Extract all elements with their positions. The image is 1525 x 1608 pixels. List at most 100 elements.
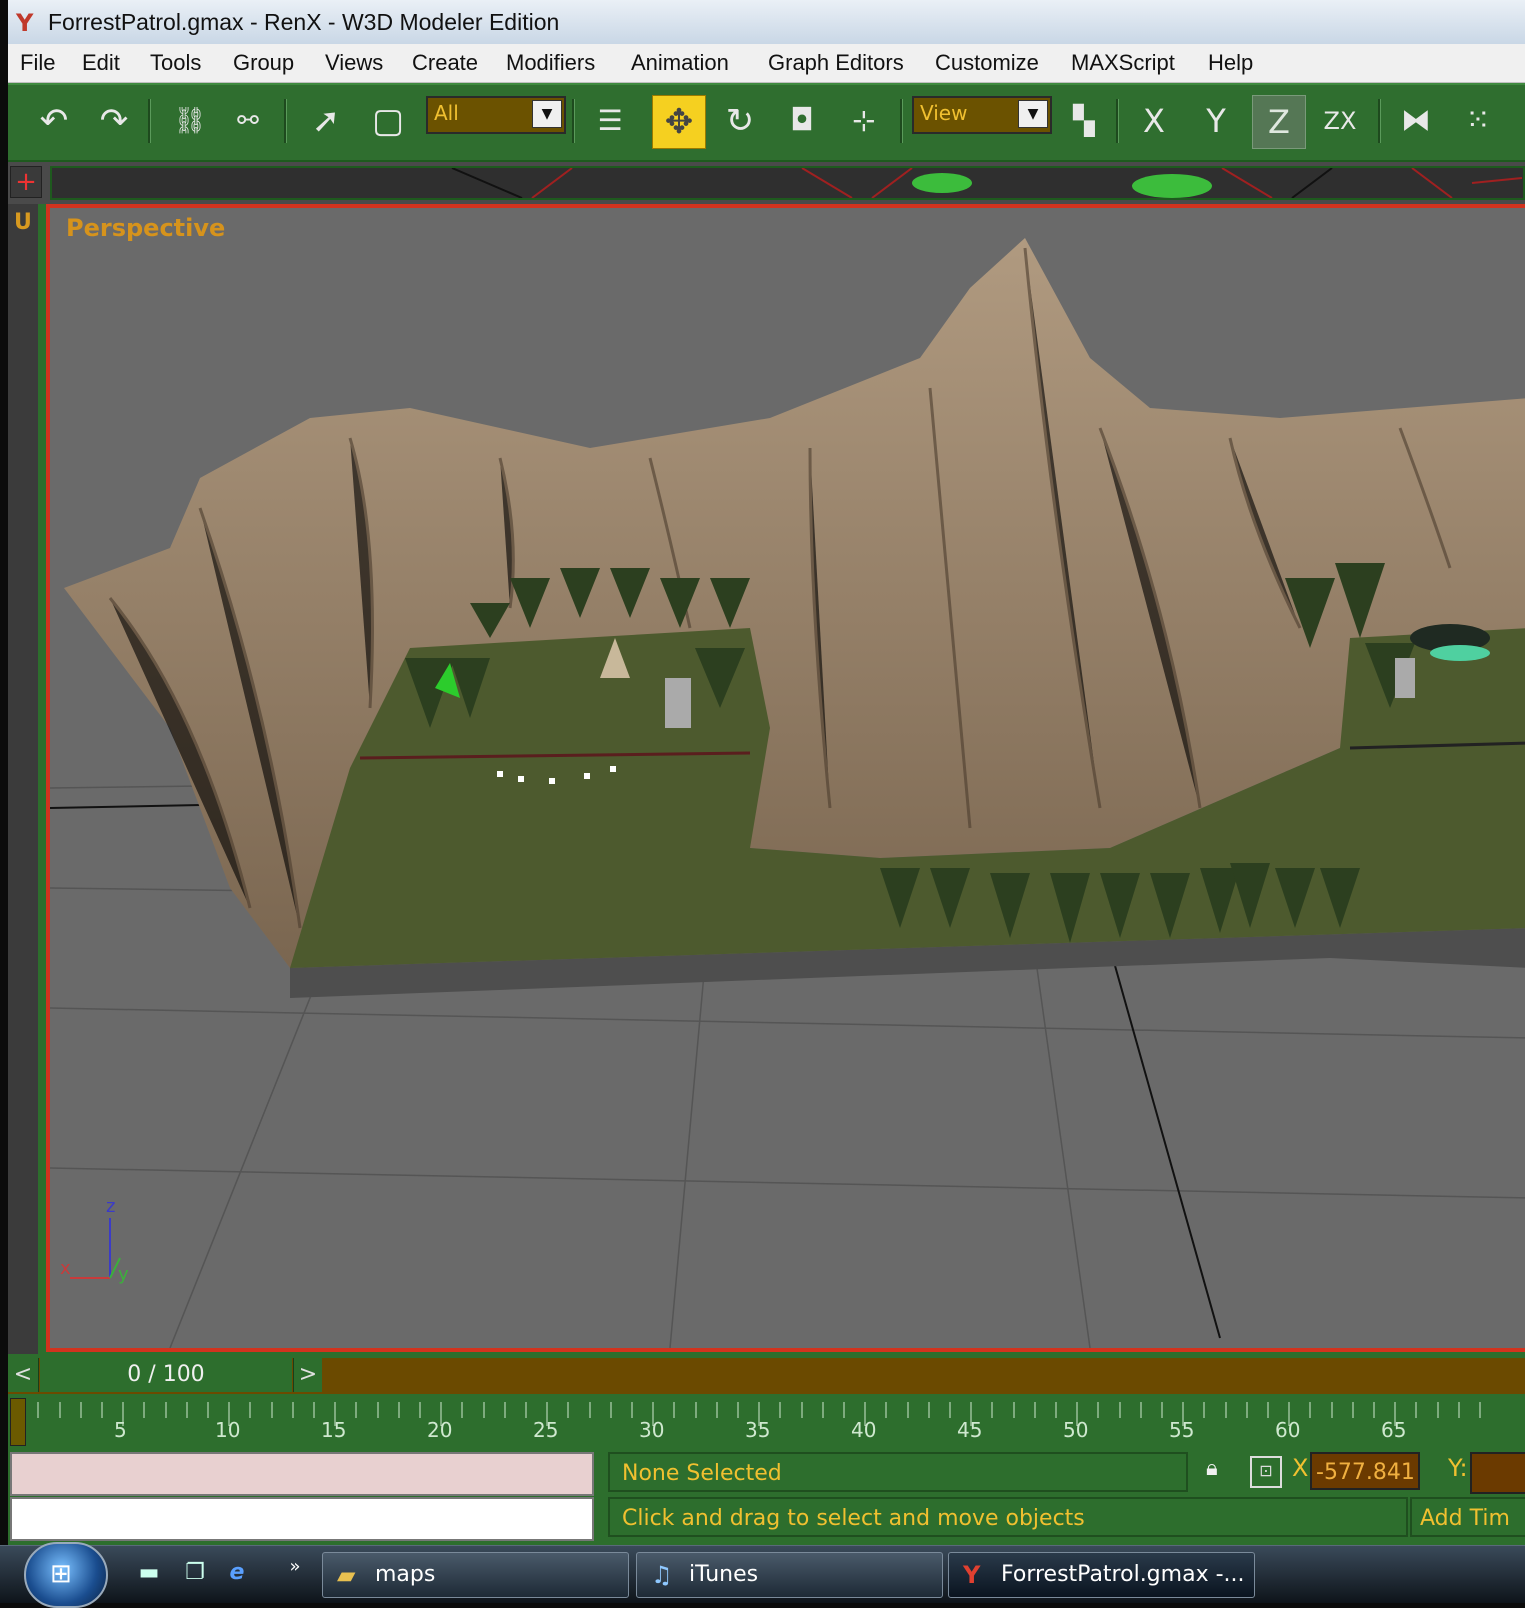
menu-modifiers[interactable]: Modifiers [506, 50, 595, 76]
menu-help[interactable]: Help [1208, 50, 1253, 76]
tick-label: 15 [321, 1418, 347, 1442]
app-logo-icon: Y [963, 1561, 981, 1589]
itunes-icon: ♫ [651, 1561, 673, 1589]
restrict-to-plane-button[interactable]: ZX [1314, 95, 1366, 147]
tick-label: 10 [215, 1418, 241, 1442]
add-time-tag-button[interactable]: Add Tim [1410, 1497, 1525, 1537]
left-viewport-strip: U [8, 204, 40, 1354]
next-frame-button[interactable]: > [293, 1358, 322, 1392]
menu-edit[interactable]: Edit [82, 50, 120, 76]
axis-label-z: z [106, 1196, 116, 1217]
left-viewport-label: U [14, 210, 32, 235]
taskbar-item-maps[interactable]: ▰ maps [322, 1552, 629, 1598]
quicklaunch-chevron[interactable]: » [280, 1556, 310, 1584]
perspective-viewport[interactable]: Perspective z x y [46, 204, 1525, 1352]
prompt-line: Click and drag to select and move object… [608, 1497, 1408, 1537]
select-and-link-icon[interactable]: ⛓ [164, 95, 216, 147]
tick-label: 25 [533, 1418, 559, 1442]
track-bar[interactable]: 5 10 15 20 25 30 35 40 45 50 55 60 65 [8, 1396, 1525, 1448]
lock-selection-icon[interactable]: 🔒︎ [1206, 1456, 1218, 1481]
chevron-down-icon[interactable]: ▼ [532, 100, 562, 128]
taskbar-item-label: ForrestPatrol.gmax -... [1001, 1562, 1245, 1587]
time-slider[interactable]: 0 / 100 [40, 1358, 292, 1392]
app-logo-icon: Y [16, 9, 34, 37]
axis-label-x: x [60, 1258, 71, 1279]
reference-coordinate-value: View [920, 101, 968, 125]
toolbar-separator [572, 99, 575, 143]
selection-status: None Selected [608, 1452, 1188, 1492]
reference-coordinate-dropdown[interactable]: View ▼ [912, 96, 1052, 134]
top-view-wireframe [451, 167, 1523, 199]
top-view-preview [50, 166, 1525, 200]
menu-file[interactable]: File [20, 50, 55, 76]
app-window: Y ForrestPatrol.gmax - RenX - W3D Modele… [8, 0, 1525, 1545]
tick-label: 35 [745, 1418, 771, 1442]
restrict-to-y-button[interactable]: Y [1190, 95, 1242, 147]
taskbar-item-itunes[interactable]: ♫ iTunes [636, 1552, 943, 1598]
select-and-rotate-icon[interactable]: ↻ [714, 95, 766, 147]
y-coordinate-field[interactable] [1470, 1452, 1525, 1494]
taskbar-item-label: maps [375, 1562, 436, 1587]
pivot-center-icon[interactable]: ⊹ [838, 95, 890, 147]
title-bar: Y ForrestPatrol.gmax - RenX - W3D Modele… [8, 0, 1525, 45]
select-and-scale-icon[interactable]: ◘ [776, 95, 828, 147]
tick-label: 50 [1063, 1418, 1089, 1442]
folder-icon: ▰ [337, 1561, 356, 1589]
menu-tools[interactable]: Tools [150, 50, 201, 76]
chevron-down-icon[interactable]: ▼ [1018, 100, 1048, 128]
unlink-selection-icon[interactable]: ⚯ [222, 95, 274, 147]
y-coordinate-label: Y: [1448, 1454, 1468, 1482]
switch-windows-icon[interactable]: ❐ [180, 1560, 210, 1588]
restrict-to-z-button[interactable]: Z [1252, 95, 1306, 149]
toolbar-separator [284, 99, 287, 143]
select-and-move-icon[interactable]: ✥ [652, 95, 706, 149]
x-coordinate-field[interactable]: -577.841 [1310, 1452, 1420, 1490]
status-area: None Selected Click and drag to select a… [8, 1448, 1525, 1545]
selection-filter-dropdown[interactable]: All ▼ [426, 96, 566, 134]
absolute-mode-icon[interactable]: ⊡ [1250, 1456, 1282, 1488]
main-toolbar: ↶ ↷ ⛓ ⚯ ➚ ▢ All ▼ ☰ ✥ ↻ ◘ ⊹ View ▼ ▚ X Y… [8, 83, 1525, 160]
tick-label: 65 [1381, 1418, 1407, 1442]
window-title: ForrestPatrol.gmax - RenX - W3D Modeler … [48, 9, 560, 35]
tick-label: 30 [639, 1418, 665, 1442]
taskbar: ⊞ ▬ ❐ e » ▰ maps ♫ iTunes Y ForrestPatro… [0, 1542, 1525, 1608]
menu-customize[interactable]: Customize [935, 50, 1039, 76]
tick-label: 55 [1169, 1418, 1195, 1442]
windows-logo-icon: ⊞ [50, 1559, 72, 1589]
menu-animation[interactable]: Animation [631, 50, 729, 76]
undo-icon[interactable]: ↶ [28, 95, 80, 147]
transform-center-icon[interactable]: ▚ [1058, 95, 1110, 147]
toolbar-separator [900, 99, 903, 143]
restrict-to-x-button[interactable]: X [1128, 95, 1180, 147]
add-icon[interactable]: + [10, 166, 42, 198]
select-by-name-icon[interactable]: ☰ [584, 95, 636, 147]
tick-label: 5 [114, 1418, 127, 1442]
toolbar-separator [1116, 99, 1119, 143]
tick-label: 40 [851, 1418, 877, 1442]
time-slider-bar: < 0 / 100 > [8, 1358, 1525, 1394]
scene-render [50, 208, 1525, 1348]
tick-label: 20 [427, 1418, 453, 1442]
select-object-icon[interactable]: ➚ [300, 95, 352, 147]
maxscript-listener-input[interactable] [10, 1497, 594, 1541]
show-desktop-icon[interactable]: ▬ [134, 1560, 164, 1588]
taskbar-item-forrestpatrol[interactable]: Y ForrestPatrol.gmax -... [948, 1552, 1255, 1598]
toolbar-separator [1378, 99, 1381, 143]
menu-group[interactable]: Group [233, 50, 294, 76]
toolbar-separator [148, 99, 151, 143]
start-button[interactable]: ⊞ [24, 1542, 108, 1608]
menu-views[interactable]: Views [325, 50, 383, 76]
menu-bar: File Edit Tools Group Views Create Modif… [8, 44, 1525, 83]
menu-graph-editors[interactable]: Graph Editors [768, 50, 904, 76]
mirror-icon[interactable]: ⧓ [1390, 95, 1442, 147]
region-select-icon[interactable]: ▢ [362, 95, 414, 147]
maxscript-listener-output[interactable] [10, 1452, 594, 1496]
menu-maxscript[interactable]: MAXScript [1071, 50, 1175, 76]
array-icon[interactable]: ⁙ [1452, 95, 1504, 147]
viewport-label[interactable]: Perspective [66, 214, 225, 242]
menu-create[interactable]: Create [412, 50, 478, 76]
internet-explorer-icon[interactable]: e [222, 1560, 252, 1588]
taskbar-item-label: iTunes [689, 1562, 759, 1587]
previous-frame-button[interactable]: < [8, 1358, 39, 1392]
redo-icon[interactable]: ↷ [88, 95, 140, 147]
